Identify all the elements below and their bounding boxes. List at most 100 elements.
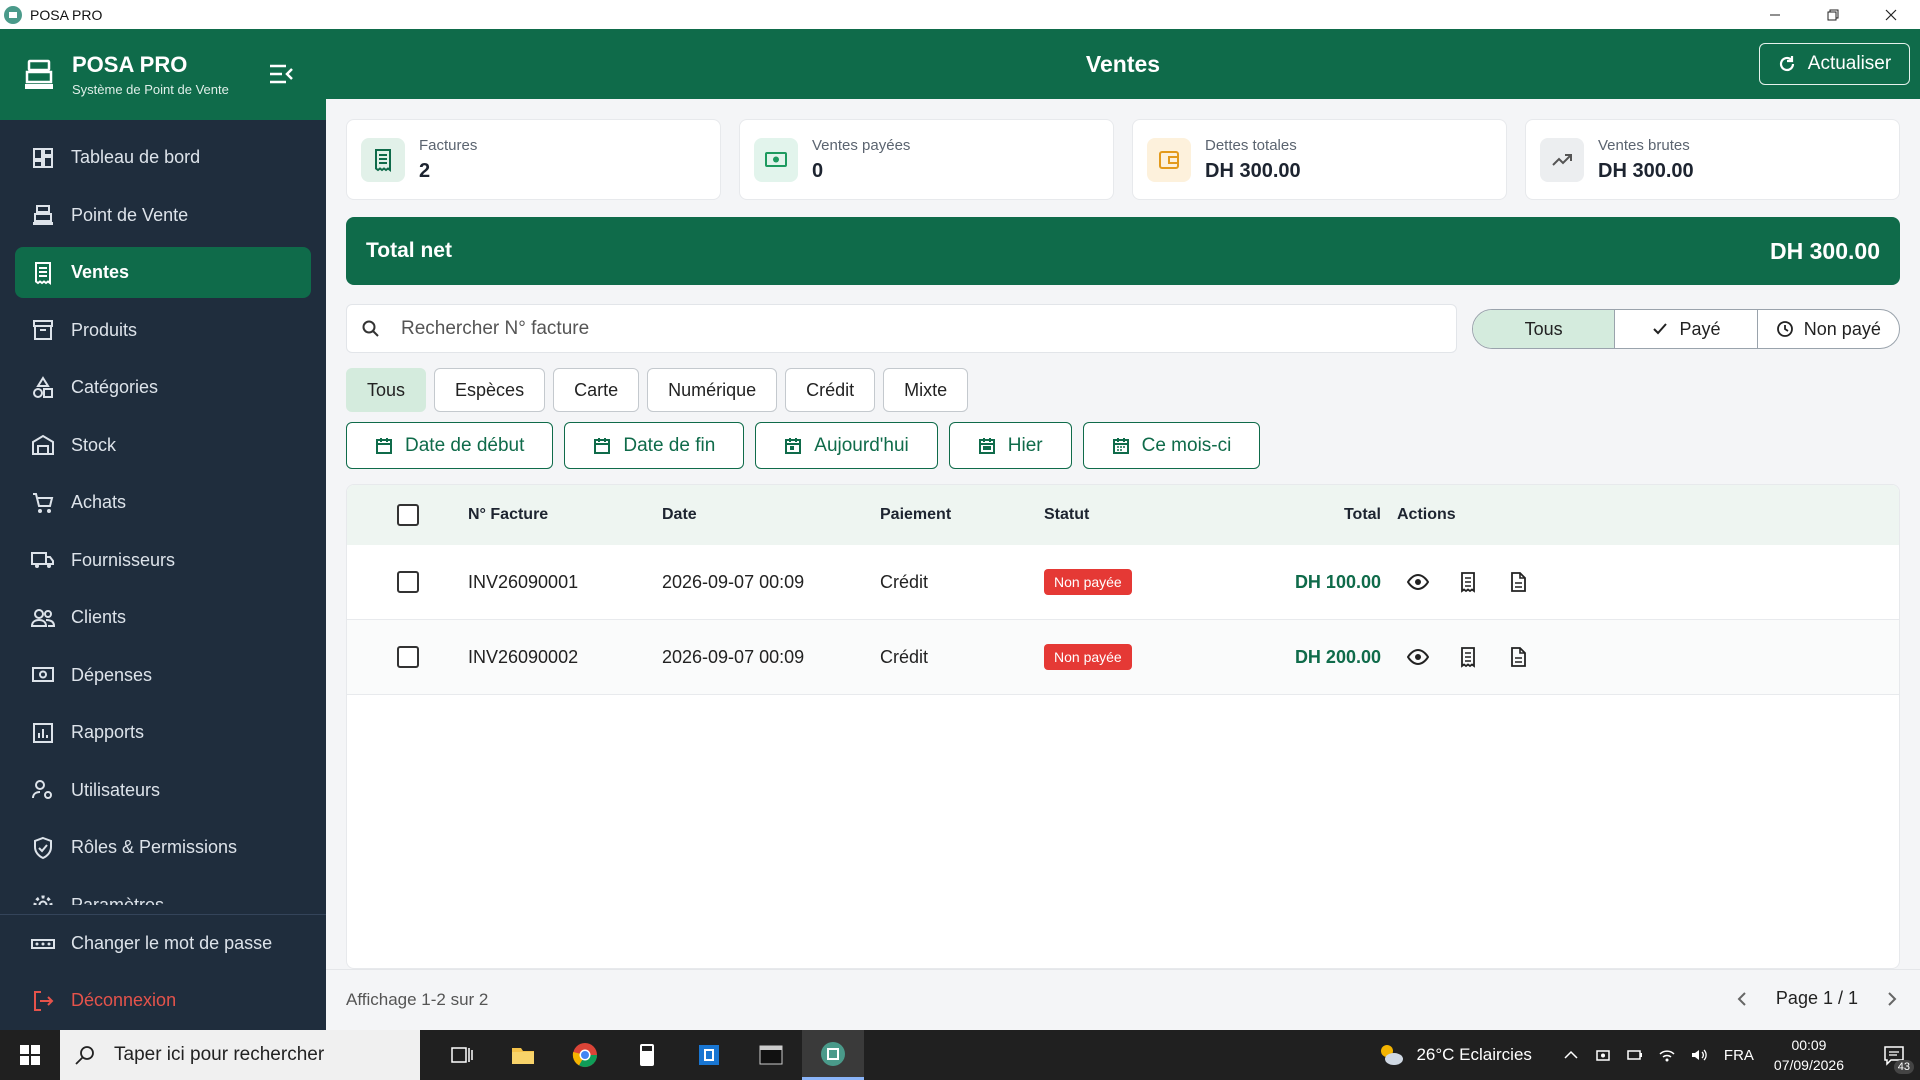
sidebar-item-reports[interactable]: Rapports xyxy=(15,707,311,758)
this-month-label: Ce mois-ci xyxy=(1141,434,1232,456)
chevron-left-icon[interactable] xyxy=(1734,990,1752,1008)
terminal-button[interactable] xyxy=(740,1030,802,1080)
this-month-button[interactable]: Ce mois-ci xyxy=(1082,422,1261,469)
sidebar-item-pos[interactable]: Point de Vente xyxy=(15,190,311,241)
posa-pro-taskbar-button[interactable] xyxy=(802,1030,864,1080)
page-title: Ventes xyxy=(1085,51,1161,77)
status-filter-paid[interactable]: Payé xyxy=(1614,310,1756,348)
payment-filter-credit[interactable]: Crédit xyxy=(785,368,876,412)
brand-name: POSA PRO xyxy=(72,52,188,77)
file-explorer-button[interactable] xyxy=(492,1030,554,1080)
view-eye-icon[interactable] xyxy=(1407,571,1429,593)
column-header-total[interactable]: Total xyxy=(1231,506,1381,524)
sidebar: POSA PRO Système de Point de Vente Table… xyxy=(0,29,326,1030)
payment-filter-digital[interactable]: Numérique xyxy=(647,368,778,412)
refresh-icon xyxy=(1779,56,1794,72)
invoice-total: DH 100.00 xyxy=(1294,571,1381,592)
payment-filter-card[interactable]: Carte xyxy=(553,368,640,412)
language-indicator[interactable]: FRA xyxy=(1724,1047,1754,1064)
battery-icon[interactable] xyxy=(1626,1046,1644,1064)
table-row[interactable]: INV26090002 2026-09-07 00:09 Crédit Non … xyxy=(347,620,1899,695)
sidebar-item-suppliers[interactable]: Fournisseurs xyxy=(15,535,311,586)
sidebar-item-settings[interactable]: Paramètres xyxy=(15,880,311,905)
camera-icon[interactable] xyxy=(1594,1046,1612,1064)
menu-collapse-icon[interactable] xyxy=(268,63,294,85)
notification-center-button[interactable]: 43 xyxy=(1874,1044,1914,1074)
volume-icon[interactable] xyxy=(1690,1046,1708,1064)
sidebar-item-purchases[interactable]: Achats xyxy=(15,477,311,528)
sidebar-item-users[interactable]: Utilisateurs xyxy=(15,765,311,816)
payment-filter-cash[interactable]: Espèces xyxy=(434,368,546,412)
stat-value: 2 xyxy=(419,159,431,182)
stat-label: Factures xyxy=(419,136,478,154)
users-icon xyxy=(31,606,55,630)
invoice-number: INV26090001 xyxy=(468,571,579,592)
chevron-right-icon[interactable] xyxy=(1882,990,1900,1008)
sidebar-item-label: Utilisateurs xyxy=(71,779,161,800)
gear-icon xyxy=(31,893,55,905)
payment-filter-all[interactable]: Tous xyxy=(346,368,427,412)
chrome-icon xyxy=(572,1043,597,1068)
stat-card-invoices: Factures 2 xyxy=(346,119,721,200)
sidebar-item-expenses[interactable]: Dépenses xyxy=(15,650,311,701)
select-all-checkbox[interactable] xyxy=(397,504,419,526)
sidebar-item-categories[interactable]: Catégories xyxy=(15,362,311,413)
row-checkbox[interactable] xyxy=(397,571,419,593)
logout-button[interactable]: Déconnexion xyxy=(0,972,326,1029)
status-badge: Non payée xyxy=(1044,569,1132,595)
weather-text: 26°C Eclaircies xyxy=(1416,1045,1532,1064)
today-button[interactable]: Aujourd'hui xyxy=(755,422,938,469)
refresh-button[interactable]: Actualiser xyxy=(1759,43,1910,85)
sidebar-item-products[interactable]: Produits xyxy=(15,305,311,356)
clock-date: 07/09/2026 xyxy=(1773,1057,1844,1073)
payment-filter-mixed[interactable]: Mixte xyxy=(883,368,969,412)
invoice-date: 2026-09-07 00:09 xyxy=(662,646,805,667)
chrome-button[interactable] xyxy=(554,1030,616,1080)
status-filter-all[interactable]: Tous xyxy=(1473,310,1615,348)
minimize-button[interactable] xyxy=(1746,0,1804,29)
start-button[interactable] xyxy=(0,1030,60,1080)
sidebar-item-clients[interactable]: Clients xyxy=(15,592,311,643)
system-clock[interactable]: 00:09 07/09/2026 xyxy=(1774,1035,1844,1075)
change-password-label: Changer le mot de passe xyxy=(71,933,273,953)
restore-button[interactable] xyxy=(1804,0,1862,29)
main-content: Factures 2 Ventes payées 0 Dettes totale… xyxy=(326,99,1920,1030)
calculator-button[interactable] xyxy=(616,1030,678,1080)
status-filter-unpaid[interactable]: Non payé xyxy=(1756,310,1899,348)
weather-partly-cloudy-icon xyxy=(1381,1045,1404,1065)
receipt-icon[interactable] xyxy=(1457,646,1479,668)
notification-count: 43 xyxy=(1893,1060,1914,1074)
yesterday-button[interactable]: Hier xyxy=(948,422,1072,469)
sidebar-item-dashboard[interactable]: Tableau de bord xyxy=(15,132,311,183)
view-eye-icon[interactable] xyxy=(1407,646,1429,668)
column-header-status[interactable]: Statut xyxy=(1044,506,1089,524)
sidebar-item-stock[interactable]: Stock xyxy=(15,420,311,471)
taskbar-search[interactable]: Taper ici pour rechercher xyxy=(60,1030,420,1080)
column-header-date[interactable]: Date xyxy=(662,506,697,524)
task-view-button[interactable] xyxy=(430,1030,492,1080)
row-checkbox[interactable] xyxy=(397,646,419,668)
end-date-button[interactable]: Date de fin xyxy=(564,422,745,469)
receipt-icon[interactable] xyxy=(1457,571,1479,593)
invoice-search-input[interactable] xyxy=(401,317,1401,340)
sidebar-item-sales[interactable]: Ventes xyxy=(15,247,311,298)
store-button[interactable] xyxy=(678,1030,740,1080)
document-icon[interactable] xyxy=(1507,571,1529,593)
sidebar-item-label: Rapports xyxy=(71,722,145,742)
cart-icon xyxy=(31,491,55,515)
chevron-up-icon[interactable] xyxy=(1562,1046,1580,1064)
weather-widget[interactable]: 26°C Eclaircies xyxy=(1376,1040,1532,1070)
stat-label: Dettes totales xyxy=(1205,136,1297,154)
start-date-button[interactable]: Date de début xyxy=(346,422,554,469)
calendar-icon xyxy=(978,437,995,454)
table-row[interactable]: INV26090001 2026-09-07 00:09 Crédit Non … xyxy=(347,545,1899,620)
sidebar-item-roles[interactable]: Rôles & Permissions xyxy=(15,822,311,873)
column-header-payment[interactable]: Paiement xyxy=(880,506,951,524)
close-window-button[interactable] xyxy=(1862,0,1920,29)
column-header-invoice[interactable]: N° Facture xyxy=(468,506,548,524)
change-password-button[interactable]: Changer le mot de passe xyxy=(0,915,326,972)
sidebar-item-label: Rôles & Permissions xyxy=(71,837,238,857)
wifi-icon[interactable] xyxy=(1658,1046,1676,1064)
document-icon[interactable] xyxy=(1507,646,1529,668)
invoice-number: INV26090002 xyxy=(468,646,579,667)
